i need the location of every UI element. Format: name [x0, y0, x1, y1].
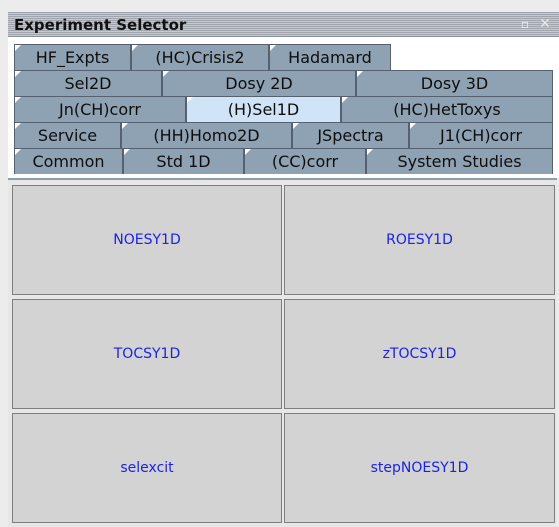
tab-service[interactable]: Service — [14, 122, 121, 148]
tab-system-studies[interactable]: System Studies — [366, 148, 553, 174]
window-title: Experiment Selector — [14, 16, 187, 34]
tab-cc-corr[interactable]: (CC)corr — [244, 148, 366, 174]
tab-hc-hettoxys[interactable]: (HC)HetToxys — [341, 96, 553, 122]
tab-hadamard[interactable]: Hadamard — [269, 44, 391, 70]
tab-jn-ch-corr[interactable]: Jn(CH)corr — [14, 96, 186, 122]
tab-h-sel1d[interactable]: (H)Sel1D — [186, 96, 341, 122]
experiment-button-grid: NOESY1D ROESY1D TOCSY1D zTOCSY1D selexci… — [8, 178, 557, 527]
tab-jspectra[interactable]: JSpectra — [292, 122, 409, 148]
tab-hh-homo2d[interactable]: (HH)Homo2D — [121, 122, 292, 148]
tab-dosy-2d[interactable]: Dosy 2D — [162, 70, 356, 96]
pin-icon[interactable]: ▫ — [518, 17, 532, 31]
close-icon[interactable]: ✕ — [538, 17, 552, 31]
experiment-button-noesy1d[interactable]: NOESY1D — [12, 185, 282, 295]
tab-sel2d[interactable]: Sel2D — [14, 70, 162, 96]
tab-std-1d[interactable]: Std 1D — [123, 148, 244, 174]
tab-dosy-3d[interactable]: Dosy 3D — [356, 70, 553, 96]
experiment-button-ztocsy1d[interactable]: zTOCSY1D — [284, 299, 555, 409]
tab-hf-expts[interactable]: HF_Expts — [14, 44, 131, 70]
tab-j1-ch-corr[interactable]: J1(CH)corr — [409, 122, 553, 148]
experiment-button-tocsy1d[interactable]: TOCSY1D — [12, 299, 282, 409]
tab-hc-crisis2[interactable]: (HC)Crisis2 — [131, 44, 269, 70]
tab-common[interactable]: Common — [14, 148, 123, 174]
experiment-selector-panel: Experiment Selector ▫ ✕ HF_Expts (HC)Cri… — [0, 0, 559, 527]
experiment-button-stepnoesy1d[interactable]: stepNOESY1D — [284, 413, 555, 523]
title-bar[interactable]: Experiment Selector ▫ ✕ — [8, 12, 559, 37]
experiment-button-selexcit[interactable]: selexcit — [12, 413, 282, 523]
tab-strip: HF_Expts (HC)Crisis2 Hadamard Sel2D Dosy… — [8, 37, 559, 178]
experiment-button-roesy1d[interactable]: ROESY1D — [284, 185, 555, 295]
